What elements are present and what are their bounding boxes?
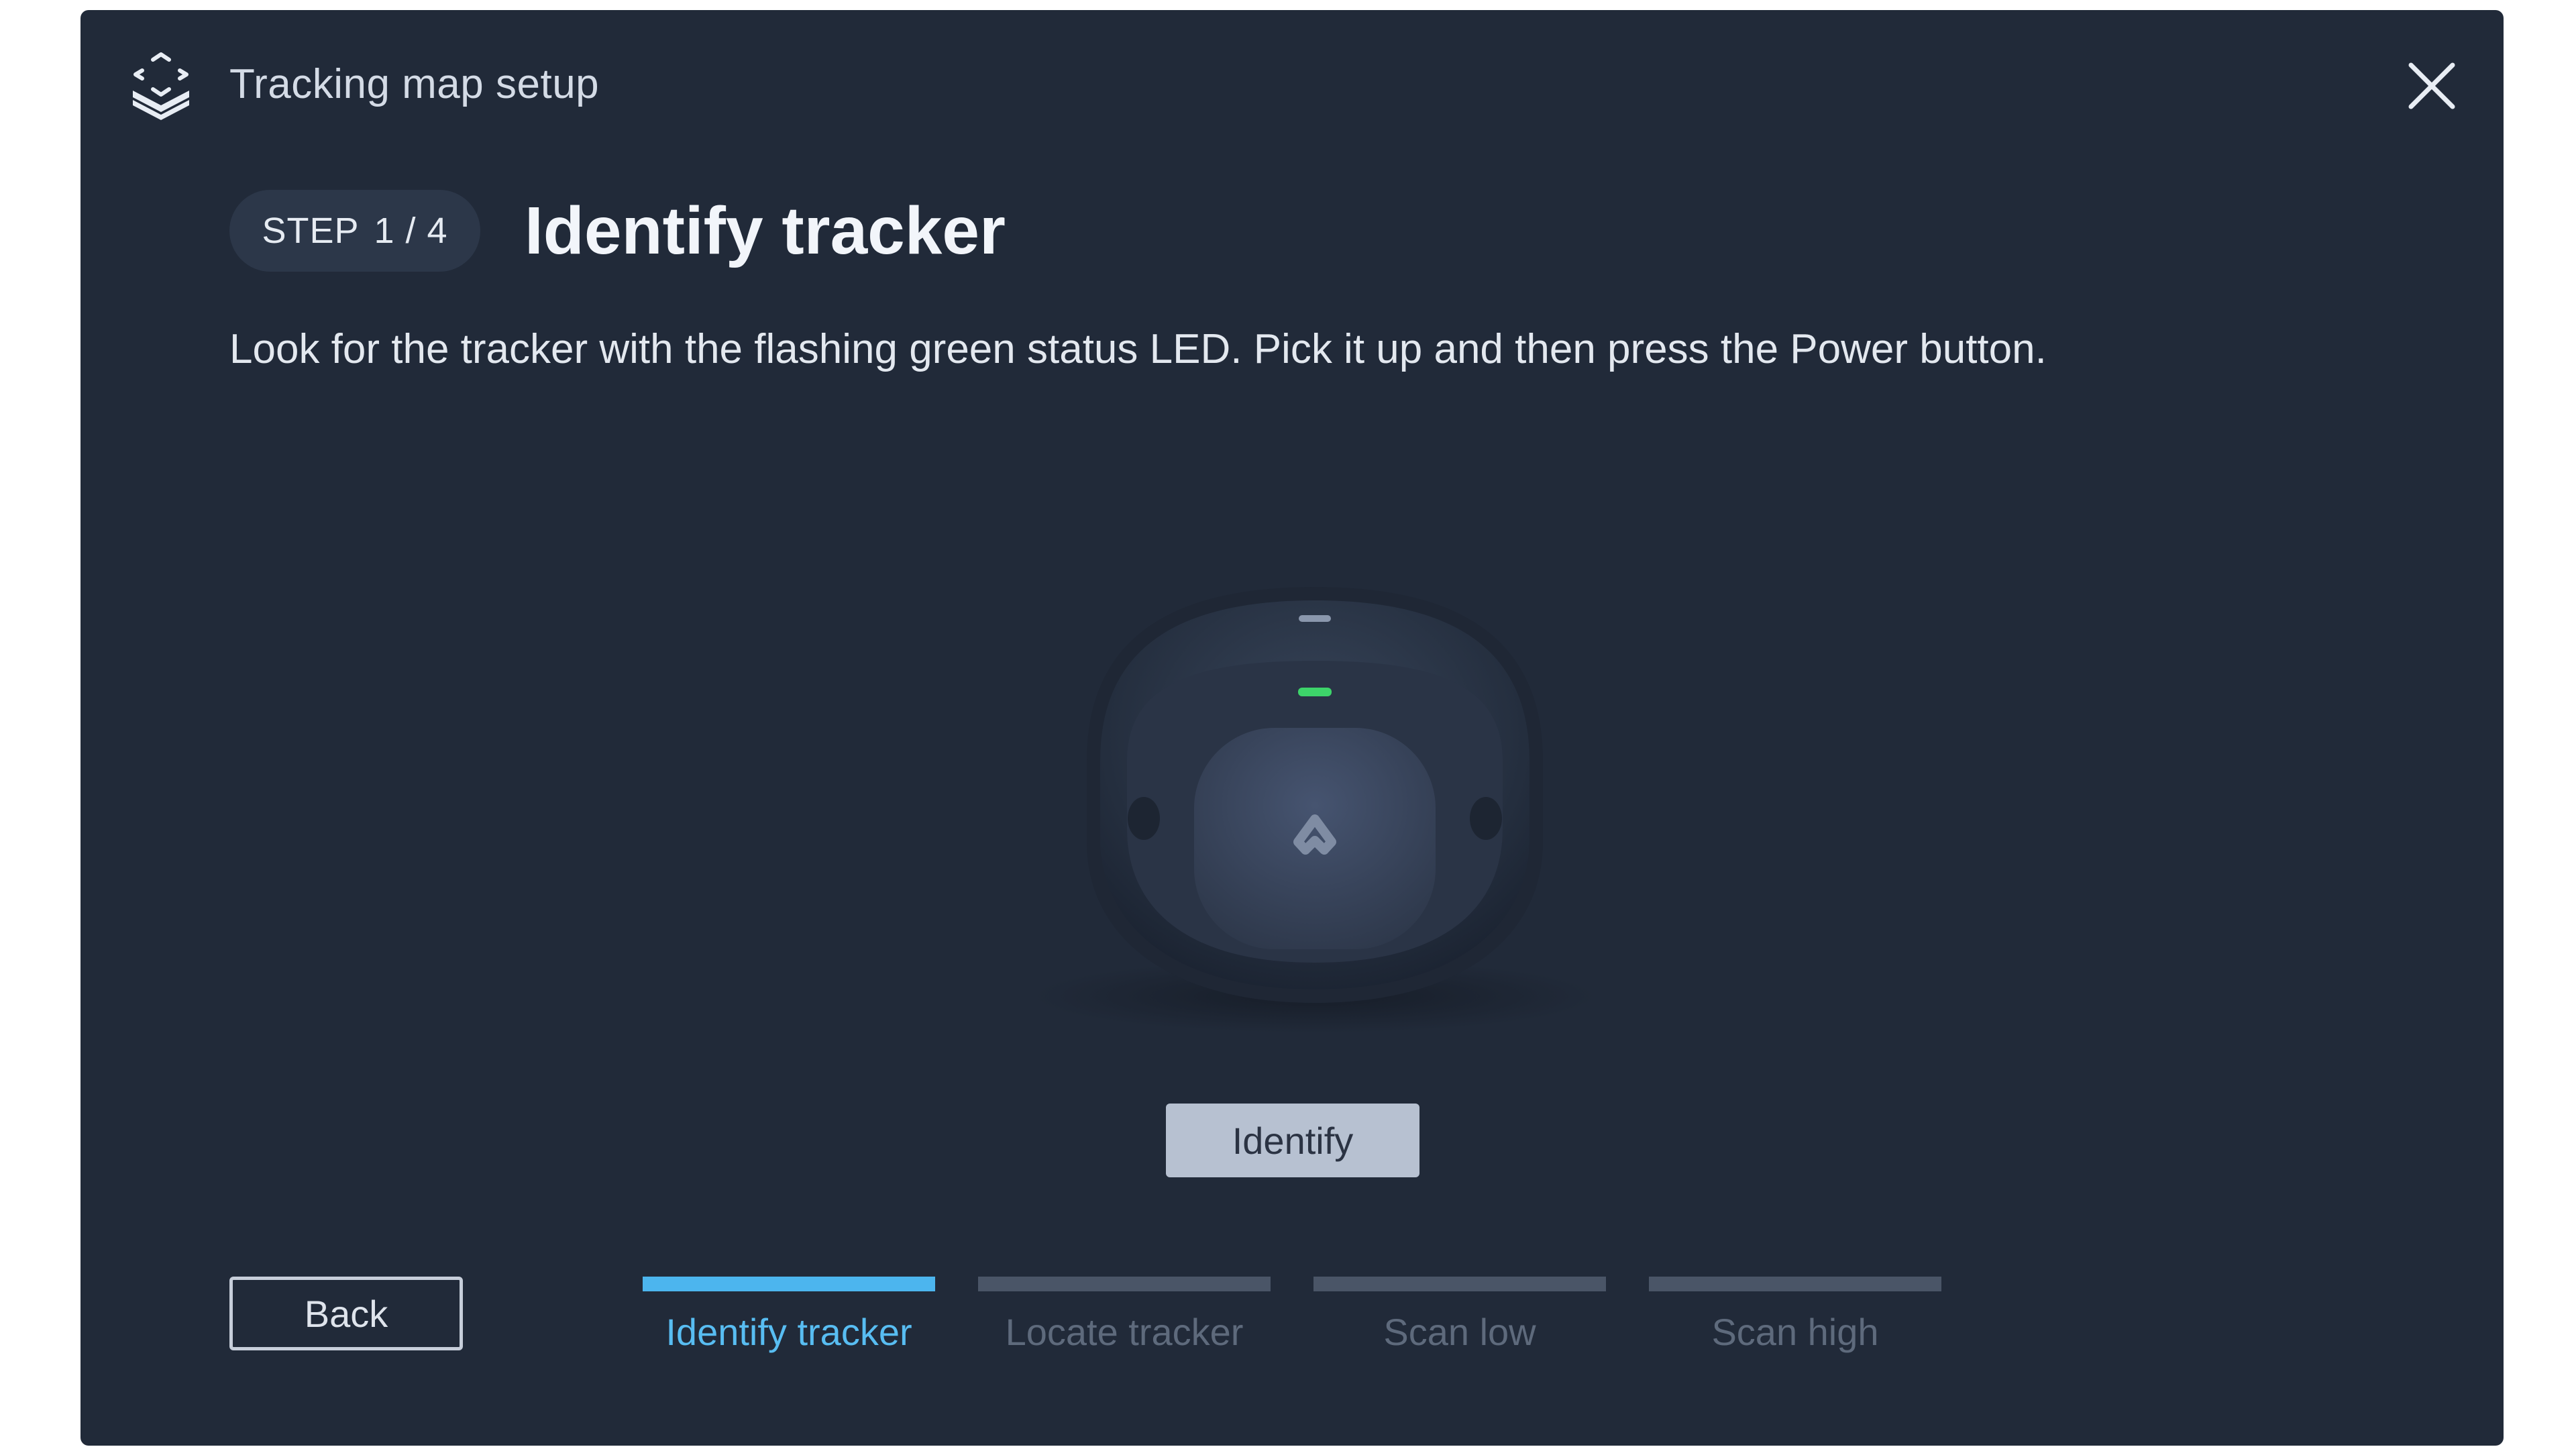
window-header: Tracking map setup [80,10,2504,144]
progress-label: Scan low [1383,1311,1536,1353]
progress-bar [1649,1277,1941,1291]
progress-stepper: Identify tracker Locate tracker Scan low… [643,1277,1941,1354]
setup-window: Tracking map setup STEP 1 / 4 Identify t… [80,10,2504,1446]
page-title: Identify tracker [525,193,1006,268]
close-icon[interactable] [2402,56,2462,116]
progress-step-identify-tracker[interactable]: Identify tracker [643,1277,935,1354]
progress-step-locate-tracker[interactable]: Locate tracker [978,1277,1271,1354]
progress-step-scan-low[interactable]: Scan low [1313,1277,1606,1354]
window-title: Tracking map setup [229,61,600,107]
step-badge: STEP 1 / 4 [229,190,480,272]
progress-bar [1313,1277,1606,1291]
tracker-device-image [1033,587,1597,1033]
progress-label: Scan high [1711,1311,1879,1353]
step-label: STEP [262,211,360,251]
progress-label: Locate tracker [1005,1311,1244,1353]
step-counter: 1 / 4 [374,211,448,251]
progress-bar [643,1277,935,1291]
progress-bar [978,1277,1271,1291]
progress-label: Identify tracker [665,1311,912,1353]
identify-button[interactable]: Identify [1166,1104,1419,1177]
back-button[interactable]: Back [229,1277,463,1350]
layers-scan-icon [133,52,189,120]
instructions-text: Look for the tracker with the flashing g… [229,326,2047,372]
progress-step-scan-high[interactable]: Scan high [1649,1277,1941,1354]
